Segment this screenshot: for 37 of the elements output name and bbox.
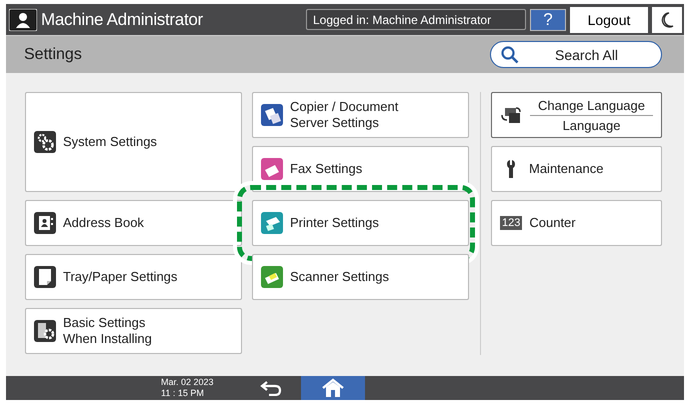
help-button[interactable]: ?: [530, 8, 566, 30]
menu-button[interactable]: Address Book: [25, 200, 242, 246]
menu-button[interactable]: 123 Counter: [491, 200, 662, 246]
menu-button[interactable]: Scanner Settings: [252, 254, 469, 300]
address-book-icon: [34, 212, 56, 234]
person-icon: [9, 8, 37, 30]
wrench-icon: [507, 158, 515, 180]
page-title: Settings: [24, 46, 82, 64]
menu-button[interactable]: Copier / Document Server Settings: [252, 92, 469, 138]
paper-icon: [34, 266, 56, 288]
moon-icon: [660, 12, 674, 28]
button-sublabel: Language: [562, 116, 620, 132]
menu-button[interactable]: Tray/Paper Settings: [25, 254, 242, 300]
time-text: 11 : 15 PM: [161, 388, 205, 399]
button-label: Change Language: [530, 98, 653, 116]
fax-icon: [261, 158, 283, 180]
scanner-icon: [261, 266, 283, 288]
gears-icon: [34, 131, 56, 153]
machine-gear-icon: [34, 320, 56, 342]
menu-button[interactable]: Maintenance: [491, 146, 662, 192]
date-text: Mar. 02 2023: [161, 377, 215, 388]
change-language-button[interactable]: Change Language Language: [491, 92, 662, 138]
login-status-field[interactable]: Logged in: Machine Administrator: [306, 9, 526, 30]
search-all-button[interactable]: Search All: [490, 41, 662, 68]
menu-button[interactable]: Printer Settings: [252, 200, 469, 246]
back-arrow-icon: [260, 380, 282, 396]
search-icon: [501, 46, 519, 64]
home-button[interactable]: [301, 376, 365, 400]
copier-icon: [261, 104, 283, 126]
night-mode-button[interactable]: [652, 6, 682, 32]
logout-button[interactable]: Logout: [570, 6, 648, 32]
user-name: Machine Administrator: [41, 10, 204, 30]
printer-icon: [261, 212, 283, 234]
menu-button[interactable]: Basic Settings When Installing: [25, 308, 242, 354]
menu-button[interactable]: System Settings: [25, 92, 242, 192]
home-icon: [321, 378, 345, 398]
counter-badge: 123: [500, 216, 522, 230]
